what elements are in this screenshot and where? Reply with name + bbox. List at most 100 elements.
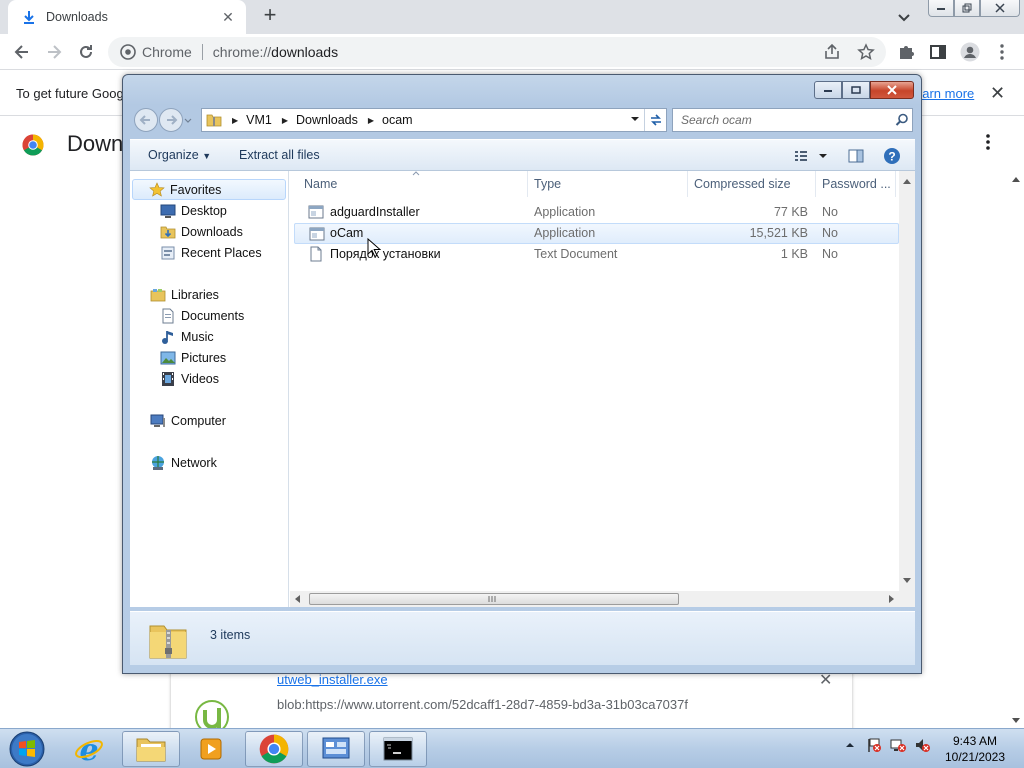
close-icon [995, 3, 1005, 13]
infobar-close-button[interactable]: ✕ [990, 83, 1005, 104]
download-source-url: blob:https://www.utorrent.com/52dcaff1-2… [277, 697, 688, 712]
restore-button[interactable] [954, 0, 980, 17]
control-panel-icon [322, 737, 350, 759]
arrow-left-icon [14, 45, 28, 59]
refresh-button[interactable] [644, 109, 666, 131]
taskbar-remote-desktop[interactable] [307, 731, 365, 767]
media-player-icon [200, 738, 222, 760]
share-icon [825, 43, 839, 59]
file-type: Application [534, 205, 596, 219]
search-icon[interactable] [892, 110, 912, 130]
nav-downloads[interactable]: Downloads [160, 222, 243, 242]
nav-videos[interactable]: Videos [160, 369, 219, 389]
infobar-learn-more-link[interactable]: earn more [915, 86, 974, 101]
content-area: Favorites Desktop Downloads Recent Place… [130, 171, 915, 607]
chrome-logo-icon [259, 734, 289, 764]
taskbar-media-player[interactable] [182, 731, 240, 767]
taskbar-chrome[interactable] [245, 731, 303, 767]
column-header-type[interactable]: Type [528, 171, 688, 197]
view-options-button[interactable] [790, 145, 830, 167]
item-count: 3 items [210, 628, 251, 642]
new-tab-button[interactable]: + [258, 4, 282, 28]
downloads-menu-icon[interactable] [986, 134, 990, 150]
vertical-scrollbar[interactable] [899, 171, 915, 607]
music-note-icon [162, 331, 173, 344]
taskbar-command-prompt[interactable] [369, 731, 427, 767]
nav-libraries[interactable]: Libraries [150, 285, 219, 305]
explorer-close-button[interactable] [870, 81, 914, 99]
chrome-logo-icon [22, 134, 44, 156]
back-forward-buttons[interactable] [133, 107, 193, 133]
file-row-ocam[interactable]: oCam Application 15,521 KB No [294, 223, 899, 244]
nav-music[interactable]: Music [160, 327, 214, 347]
column-header-compressed-size[interactable]: Compressed size [688, 171, 816, 197]
reload-button[interactable] [74, 40, 98, 64]
horizontal-scrollbar[interactable] [290, 591, 899, 607]
taskbar-windows-explorer[interactable] [122, 731, 180, 767]
explorer-minimize-button[interactable] [814, 81, 842, 99]
network-status-icon[interactable] [890, 737, 906, 753]
search-box[interactable]: Search ocam [672, 108, 913, 132]
clock-time: 9:43 AM [952, 734, 998, 748]
close-window-button[interactable] [980, 0, 1020, 17]
computer-icon [150, 414, 165, 427]
nav-computer[interactable]: Computer [150, 411, 226, 431]
column-header-name[interactable]: Name [294, 171, 528, 197]
action-center-flag-icon[interactable] [866, 737, 882, 753]
address-bar[interactable]: ▶ VM1 ▶ Downloads ▶ ocam [201, 108, 667, 132]
organize-button[interactable]: Organize ▼ [148, 148, 211, 162]
nav-favorites[interactable]: Favorites [132, 179, 286, 200]
page-scrollbar[interactable] [1008, 172, 1024, 728]
tab-downloads[interactable]: Downloads ✕ [8, 0, 246, 34]
nav-network[interactable]: Network [150, 453, 217, 473]
side-panel-button[interactable] [928, 42, 948, 62]
extract-all-button[interactable]: Extract all files [239, 148, 320, 162]
bookmark-button[interactable] [856, 42, 876, 62]
file-row-install-order[interactable]: Порядок установки Text Document 1 KB No [294, 244, 899, 265]
profile-button[interactable] [960, 42, 980, 62]
breadcrumb-arrow-icon[interactable]: ▶ [232, 116, 238, 125]
explorer-maximize-button[interactable] [842, 81, 870, 99]
nav-desktop[interactable]: Desktop [160, 201, 227, 221]
breadcrumb-arrow-icon[interactable]: ▶ [368, 116, 374, 125]
horizontal-scroll-thumb[interactable] [309, 593, 679, 605]
minimize-button[interactable] [928, 0, 954, 17]
close-icon [887, 85, 897, 95]
browser-toolbar: Chrome chrome://downloads [0, 34, 1024, 70]
nav-documents[interactable]: Documents [160, 306, 244, 326]
nav-recent-places[interactable]: Recent Places [160, 243, 262, 263]
avatar-icon [960, 42, 980, 62]
share-button[interactable] [822, 42, 842, 62]
column-header-password[interactable]: Password ... [816, 171, 896, 197]
breadcrumb-vm1[interactable]: VM1 [246, 113, 272, 127]
start-button[interactable] [4, 730, 50, 768]
breadcrumb-arrow-icon[interactable]: ▶ [282, 116, 288, 125]
omnibox-url: chrome://downloads [213, 44, 338, 60]
tab-close-button[interactable]: ✕ [220, 9, 236, 25]
back-button[interactable] [10, 40, 34, 64]
arrow-right-icon [48, 45, 62, 59]
network-icon [152, 456, 164, 470]
show-hidden-icons-icon[interactable] [842, 737, 858, 753]
file-row-adguardinstaller[interactable]: adguardInstaller Application 77 KB No [294, 202, 899, 223]
omnibox[interactable]: Chrome chrome://downloads [108, 37, 886, 67]
extensions-button[interactable] [896, 42, 916, 62]
help-button[interactable]: ? [881, 145, 903, 167]
preview-pane-button[interactable] [845, 145, 867, 167]
forward-button[interactable] [42, 40, 66, 64]
clock[interactable]: 9:43 AM 10/21/2023 [936, 733, 1014, 765]
nav-recent-places-label: Recent Places [181, 246, 262, 260]
nav-pictures[interactable]: Pictures [160, 348, 226, 368]
nav-computer-label: Computer [171, 414, 226, 428]
breadcrumb-ocam[interactable]: ocam [382, 113, 413, 127]
taskbar-internet-explorer[interactable]: e [60, 731, 118, 767]
file-compressed-size: 1 KB [780, 247, 808, 261]
volume-muted-icon[interactable] [914, 737, 930, 753]
tab-search-chevron-icon[interactable] [894, 7, 914, 27]
address-dropdown-icon[interactable] [630, 115, 640, 123]
breadcrumb-downloads[interactable]: Downloads [296, 113, 358, 127]
omnibox-url-scheme: chrome:// [212, 44, 272, 60]
folder-icon [136, 738, 166, 762]
download-file-link[interactable]: utweb_installer.exe [277, 672, 388, 687]
chrome-menu-button[interactable] [992, 42, 1012, 62]
